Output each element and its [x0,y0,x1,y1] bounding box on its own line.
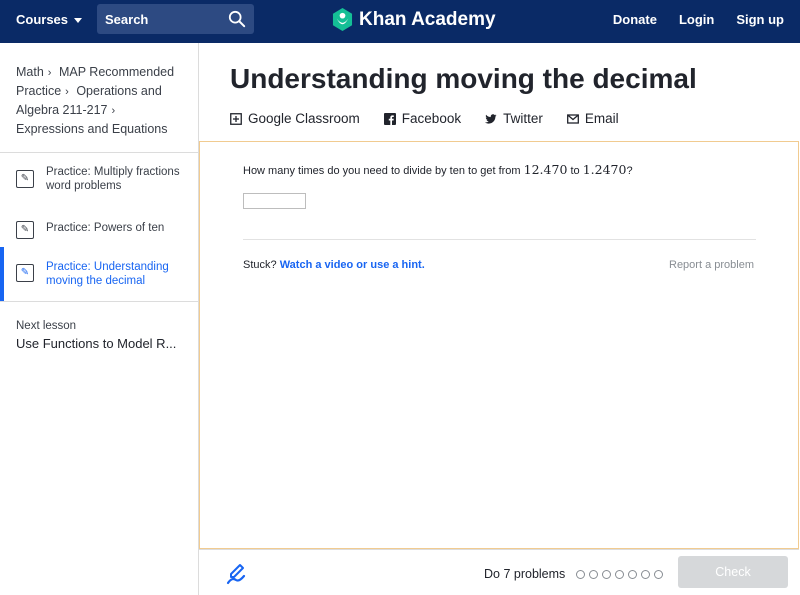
sidebar: Math › MAP Recommended Practice › Operatio… [0,43,199,595]
progress-dots [576,570,663,579]
progress-dot [615,570,624,579]
search-input[interactable]: Search [97,4,254,34]
lesson-label: Practice: Multiply fractions word proble… [46,166,180,192]
scratchpad-icon[interactable] [225,563,247,585]
next-lesson-link[interactable]: Use Functions to Model R... [16,336,182,351]
watch-video-hint-link[interactable]: Watch a video or use a hint. [280,259,425,271]
share-bar: Google Classroom Facebook Twitter Email [230,111,619,126]
report-problem-link[interactable]: Report a problem [669,259,754,271]
email-icon [566,113,579,124]
lesson-label: Practice: Powers of ten [46,222,165,234]
share-email[interactable]: Email [566,111,619,126]
exercise-footer: Do 7 problems Check [199,549,799,595]
chevron-right-icon: › [111,105,116,117]
logo-text: Khan Academy [359,8,496,30]
lesson-multiply-fractions[interactable]: ✎ Practice: Multiply fractions word prob… [0,153,198,199]
question-to-word: to [570,165,580,177]
main-content: Understanding moving the decimal Google … [199,43,800,595]
progress-dot [589,570,598,579]
facebook-icon [383,112,396,125]
progress-dot [641,570,650,579]
progress-dot [576,570,585,579]
question-from-value: 12.470 [523,162,568,177]
breadcrumb: Math › MAP Recommended Practice › Operatio… [0,43,198,153]
lesson-list: ✎ Practice: Multiply fractions word prob… [0,153,198,301]
question-end: ? [626,165,633,177]
progress-dot [654,570,663,579]
next-lesson-label: Next lesson [16,320,77,332]
do-problems-label: Do 7 problems [484,567,566,581]
login-link[interactable]: Login [679,12,714,27]
stuck-label: Stuck? [243,259,277,271]
divider [243,239,756,240]
lesson-moving-decimal[interactable]: ✎ Practice: Understanding moving the dec… [0,247,198,301]
share-google-label: Google Classroom [248,111,360,126]
donate-link[interactable]: Donate [613,12,657,27]
chevron-right-icon: › [65,86,69,98]
page-title: Understanding moving the decimal [230,63,697,94]
share-twitter[interactable]: Twitter [485,111,543,126]
lesson-powers-of-ten[interactable]: ✎ Practice: Powers of ten [0,199,198,247]
share-twitter-label: Twitter [503,111,543,126]
share-facebook[interactable]: Facebook [383,111,462,126]
top-navbar: Courses Search Khan Academy Donate Login… [0,0,800,43]
share-google-classroom[interactable]: Google Classroom [230,111,360,126]
check-button[interactable]: Check [678,556,788,588]
chevron-right-icon: › [47,67,52,79]
question-prompt: How many times do you need to divide by … [243,165,521,177]
progress-dot [628,570,637,579]
breadcrumb-math[interactable]: Math [16,65,44,79]
lesson-label: Practice: Understanding moving the decim… [46,261,169,287]
search-placeholder: Search [105,11,149,27]
signup-link[interactable]: Sign up [736,12,784,27]
courses-label: Courses [16,12,69,27]
share-email-label: Email [584,111,619,126]
khan-academy-logo[interactable]: Khan Academy [332,8,496,31]
next-lesson: Next lesson Use Functions to Model R... [0,302,198,351]
exercise-panel: How many times do you need to divide by … [199,141,799,549]
khan-logo-icon [332,8,353,31]
chevron-down-icon [74,18,83,23]
courses-menu-button[interactable]: Courses [16,12,83,27]
google-classroom-icon [230,112,242,125]
question-text: How many times do you need to divide by … [243,162,633,177]
pencil-icon: ✎ [16,221,34,239]
pencil-icon: ✎ [16,170,34,188]
progress-dot [602,570,611,579]
pencil-icon: ✎ [16,264,34,282]
question-to-value: 1.2470 [582,162,627,177]
answer-input[interactable] [243,193,306,209]
search-icon[interactable] [228,10,246,28]
top-nav-links: Donate Login Sign up [613,12,784,27]
stuck-hint: Stuck? Watch a video or use a hint. [243,259,425,271]
share-facebook-label: Facebook [401,111,462,126]
twitter-icon [485,113,497,124]
breadcrumb-expressions[interactable]: Expressions and Equations [16,122,167,136]
